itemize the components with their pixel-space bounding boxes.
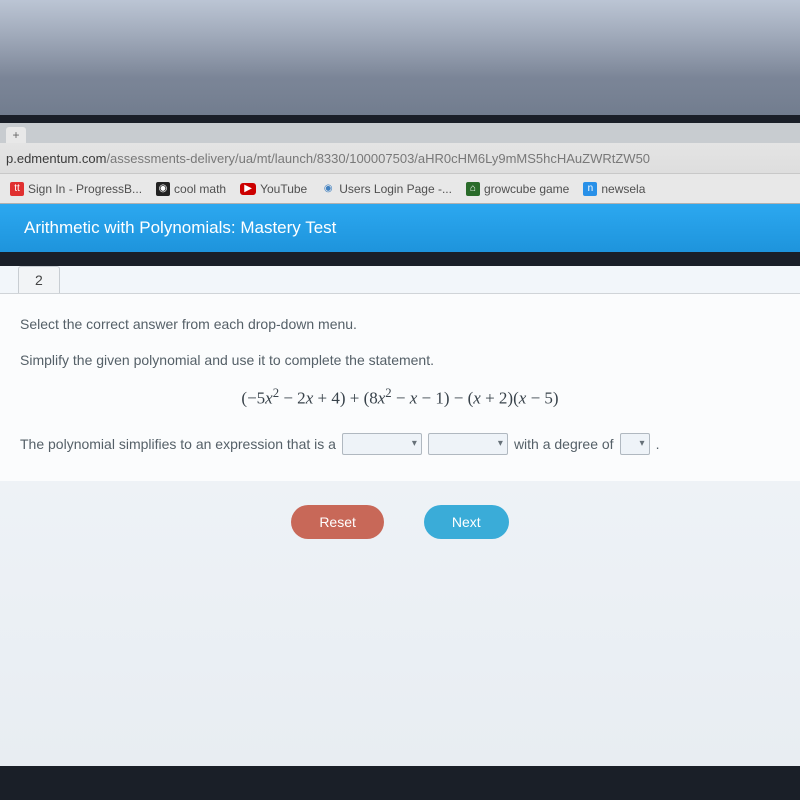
question-panel: Select the correct answer from each drop… [0, 293, 800, 481]
url-domain: p.edmentum.com [6, 151, 106, 166]
nav-buttons: Reset Next [0, 481, 800, 563]
bookmark-coolmath[interactable]: ◉ cool math [156, 182, 226, 196]
sentence-prefix: The polynomial simplifies to an expressi… [20, 436, 336, 452]
content-body: 2 Select the correct answer from each dr… [0, 266, 800, 766]
question-tabs: 2 [0, 266, 800, 293]
bookmark-label: growcube game [484, 182, 569, 196]
instruction: Select the correct answer from each drop… [20, 316, 780, 332]
bookmark-label: cool math [174, 182, 226, 196]
reset-button[interactable]: Reset [291, 505, 384, 539]
bookmark-icon: ◉ [156, 182, 170, 196]
sentence-mid: with a degree of [514, 436, 614, 452]
sub-instruction: Simplify the given polynomial and use it… [20, 352, 780, 368]
bookmark-icon: n [583, 182, 597, 196]
bookmark-users-login[interactable]: ◉ Users Login Page -... [321, 182, 452, 196]
photo-reflection [0, 0, 800, 130]
bookmark-youtube[interactable]: ▶ YouTube [240, 182, 307, 196]
sentence-period: . [656, 436, 660, 452]
dropdown-expression-type-1[interactable]: ▾ [342, 433, 422, 455]
bookmark-newsela[interactable]: n newsela [583, 182, 645, 196]
browser-chrome: + p.edmentum.com/assessments-delivery/ua… [0, 123, 800, 204]
bookmarks-bar: tt Sign In - ProgressB... ◉ cool math ▶ … [0, 173, 800, 203]
question-number-tab[interactable]: 2 [18, 266, 60, 293]
bookmark-label: Users Login Page -... [339, 182, 452, 196]
youtube-icon: ▶ [240, 183, 256, 195]
bookmark-label: YouTube [260, 182, 307, 196]
new-tab-button[interactable]: + [6, 127, 26, 143]
bookmark-icon: ⌂ [466, 182, 480, 196]
bookmark-signin[interactable]: tt Sign In - ProgressB... [10, 182, 142, 196]
tab-strip: + [0, 123, 800, 143]
bookmark-growcube[interactable]: ⌂ growcube game [466, 182, 569, 196]
address-bar[interactable]: p.edmentum.com/assessments-delivery/ua/m… [0, 143, 800, 173]
dropdown-degree[interactable]: ▾ [620, 433, 650, 455]
page-title: Arithmetic with Polynomials: Mastery Tes… [0, 204, 800, 252]
bookmark-label: Sign In - ProgressB... [28, 182, 142, 196]
bookmark-icon: tt [10, 182, 24, 196]
bookmark-label: newsela [601, 182, 645, 196]
polynomial-expression: (−5x2 − 2x + 4) + (8x2 − x − 1) − (x + 2… [20, 386, 780, 409]
screen: + p.edmentum.com/assessments-delivery/ua… [0, 115, 800, 800]
dropdown-expression-type-2[interactable]: ▾ [428, 433, 508, 455]
bookmark-icon: ◉ [321, 182, 335, 196]
fill-sentence: The polynomial simplifies to an expressi… [20, 433, 780, 455]
next-button[interactable]: Next [424, 505, 509, 539]
url-path: /assessments-delivery/ua/mt/launch/8330/… [106, 151, 650, 166]
